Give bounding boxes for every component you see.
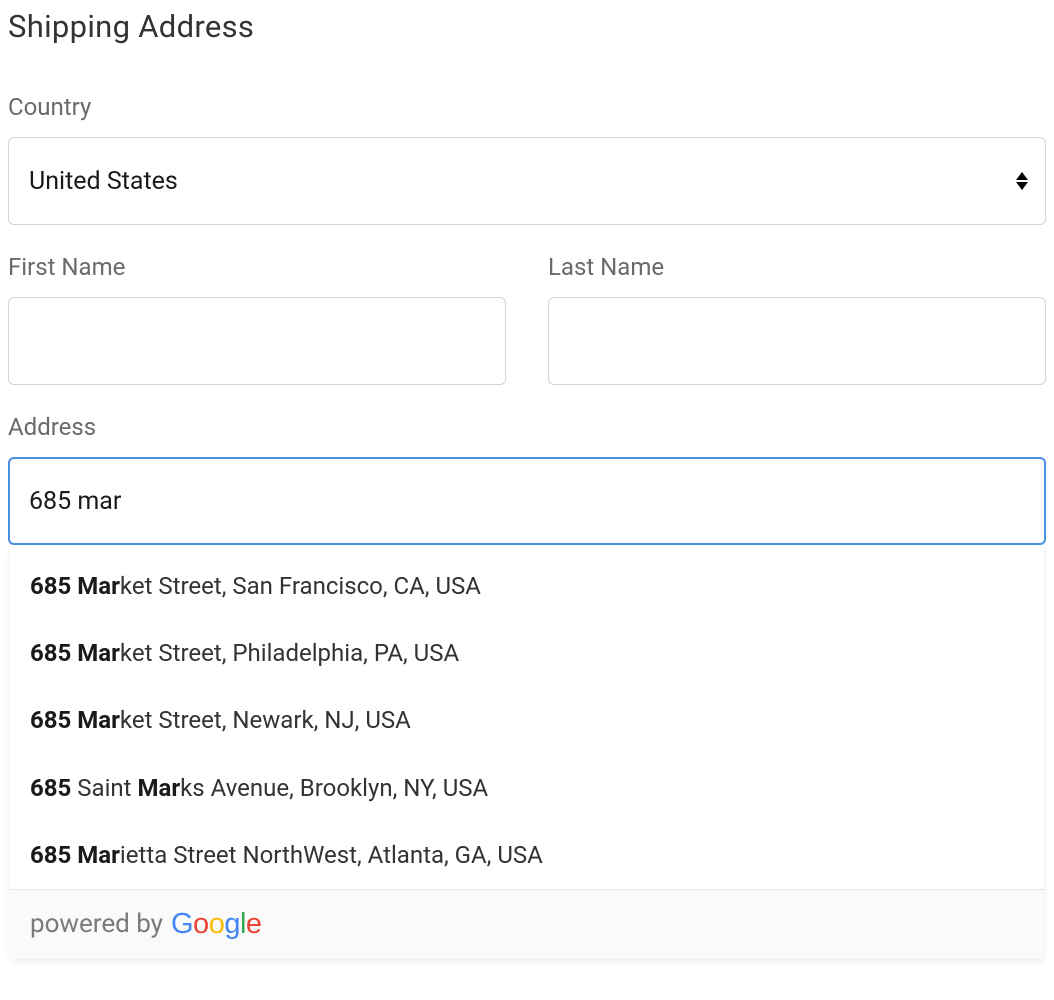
google-g1: G [171, 908, 193, 940]
last-name-input[interactable] [548, 297, 1046, 385]
country-select-wrapper: United States [8, 137, 1046, 225]
suggestion-rest: ket Street, San Francisco, CA, USA [120, 572, 481, 600]
suggestion-match: 685 Mar [30, 639, 120, 667]
address-input[interactable] [8, 457, 1046, 545]
address-field-group: Address 685 Market Street, San Francisco… [8, 413, 1046, 545]
suggestion-item[interactable]: 685 Market Street, San Francisco, CA, US… [10, 545, 1044, 620]
first-name-label: First Name [8, 253, 506, 281]
google-logo: Google [171, 908, 262, 941]
suggestion-rest: ket Street, Newark, NJ, USA [120, 706, 411, 734]
suggestion-rest: ks Avenue, Brooklyn, NY, USA [180, 774, 488, 802]
suggestion-match: 685 Mar [30, 841, 120, 869]
suggestion-rest: ietta Street NorthWest, Atlanta, GA, USA [120, 841, 543, 869]
name-row: First Name Last Name [8, 253, 1046, 385]
last-name-field-group: Last Name [548, 253, 1046, 385]
suggestion-match: 685 [30, 774, 71, 802]
address-wrapper: 685 Market Street, San Francisco, CA, US… [8, 457, 1046, 545]
suggestion-rest: ket Street, Philadelphia, PA, USA [120, 639, 459, 667]
suggestion-item[interactable]: 685 Market Street, Philadelphia, PA, USA [10, 620, 1044, 687]
suggestion-item[interactable]: 685 Saint Marks Avenue, Brooklyn, NY, US… [10, 755, 1044, 822]
powered-by-row: powered by Google [10, 889, 1044, 959]
country-label: Country [8, 93, 1046, 121]
section-title: Shipping Address [8, 8, 1046, 45]
google-g2: g [224, 908, 240, 940]
first-name-field-group: First Name [8, 253, 506, 385]
suggestion-item[interactable]: 685 Marietta Street NorthWest, Atlanta, … [10, 822, 1044, 889]
autocomplete-dropdown: 685 Market Street, San Francisco, CA, US… [10, 545, 1044, 959]
suggestion-rest: Saint [71, 774, 137, 802]
address-label: Address [8, 413, 1046, 441]
suggestion-match: 685 Mar [30, 706, 120, 734]
country-select[interactable]: United States [8, 137, 1046, 225]
first-name-input[interactable] [8, 297, 506, 385]
google-o1: o [193, 908, 209, 940]
google-e: e [246, 908, 262, 940]
suggestion-item[interactable]: 685 Market Street, Newark, NJ, USA [10, 687, 1044, 754]
last-name-label: Last Name [548, 253, 1046, 281]
country-field-group: Country United States [8, 93, 1046, 225]
suggestion-match: Mar [137, 774, 180, 802]
suggestion-match: 685 Mar [30, 572, 120, 600]
google-o2: o [209, 908, 225, 940]
powered-by-text: powered by [30, 909, 163, 939]
